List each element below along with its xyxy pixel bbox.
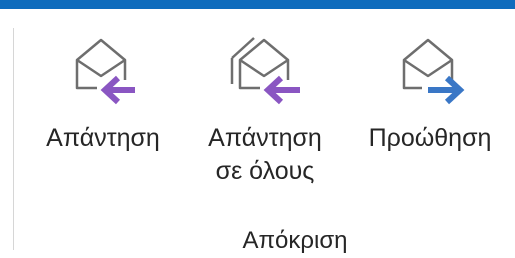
reply-button[interactable]: Απάντηση [28,26,178,154]
ribbon-group-separator [13,28,14,250]
reply-button-label: Απάντηση [46,124,160,152]
forward-button-label: Προώθηση [368,124,492,152]
reply-all-envelope-icon [222,26,308,111]
reply-all-button-label: Απάντηση [208,124,322,152]
reply-envelope-icon [63,26,143,111]
respond-group-label: Απόκριση [242,227,348,254]
reply-all-button[interactable]: Απάντηση σε όλους [190,26,340,187]
reply-all-button-label-line2: σε όλους [215,157,315,185]
forward-button[interactable]: Προώθηση [350,26,510,154]
ribbon-top-accent-bar [0,0,515,9]
forward-envelope-icon [390,26,470,111]
